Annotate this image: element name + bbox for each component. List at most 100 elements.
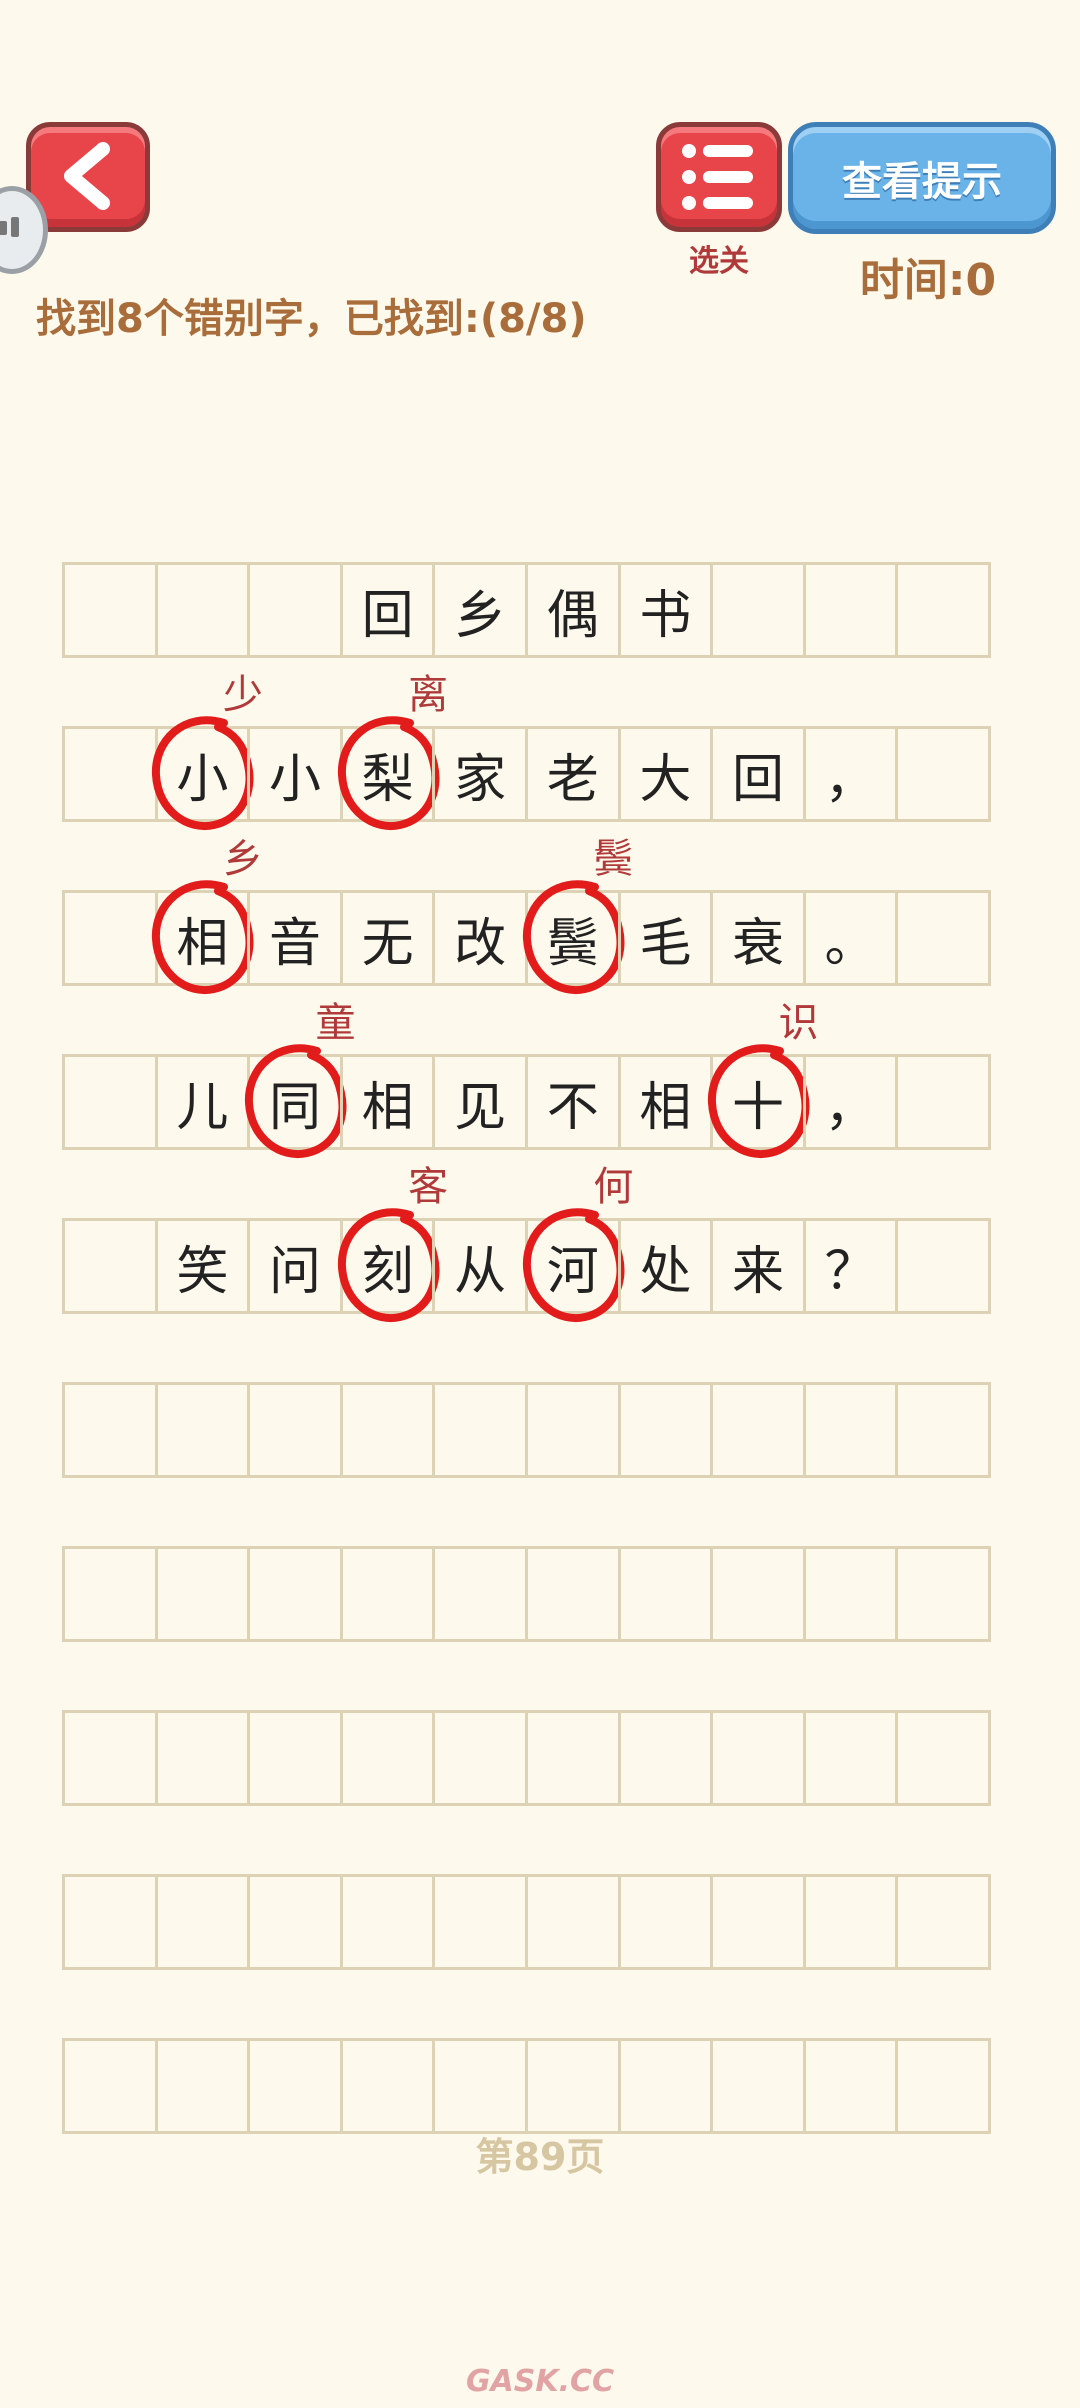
grid-cell (247, 2038, 343, 2134)
grid-cell (802, 1710, 899, 1806)
grid-char: 乡 (454, 585, 507, 646)
grid-cell (895, 890, 991, 986)
grid-cell[interactable]: 从 (432, 1218, 528, 1314)
grid-cell (339, 1382, 436, 1478)
grid-char: 毛 (639, 913, 692, 974)
grid-cell[interactable]: 无 (339, 890, 436, 986)
grid-cell (617, 2038, 714, 2134)
grid-cell[interactable]: 见 (432, 1054, 528, 1150)
grid-cell[interactable]: 儿 (154, 1054, 251, 1150)
grid-char: 回 (361, 585, 414, 646)
grid-cell[interactable]: 不 (524, 1054, 621, 1150)
grid-cell[interactable]: 家 (432, 726, 528, 822)
grid-cell (802, 562, 899, 658)
grid-cell (802, 1382, 899, 1478)
grid-cell[interactable]: 同 (244, 1044, 347, 1159)
grid-cell[interactable]: 梨 (337, 716, 440, 831)
grid-cell (62, 562, 158, 658)
grid-cell (524, 1874, 621, 1970)
grid-cell[interactable]: 笑 (154, 1218, 251, 1314)
grid-cell (247, 1382, 343, 1478)
grid-cell[interactable]: 改 (432, 890, 528, 986)
grid-cell[interactable]: 小 (247, 726, 343, 822)
grid-row (62, 1710, 991, 1806)
grid-row: 相音无改鬓毛衰。 (62, 880, 991, 995)
grid-row: 儿同相见不相十， (62, 1044, 991, 1159)
grid-cell (524, 2038, 621, 2134)
grid-char: 书 (639, 585, 692, 646)
grid-cell (62, 726, 158, 822)
grid-char: 刻 (361, 1241, 414, 1302)
grid-cell (895, 2038, 991, 2134)
grid-cell (710, 1710, 806, 1806)
grid-cell[interactable]: 十 (707, 1044, 810, 1159)
timer: 时间:0 (859, 255, 997, 306)
watermark: GASK.CC (465, 2364, 615, 2399)
grid-cell[interactable]: ， (802, 726, 899, 822)
grid-cell[interactable]: 相 (617, 1054, 714, 1150)
grid-cell (154, 2038, 251, 2134)
grid-row (62, 1546, 991, 1642)
grid-cell[interactable]: 偶 (524, 562, 621, 658)
correction-label: 鬓 (593, 836, 634, 882)
grid-cell[interactable]: 回 (339, 562, 436, 658)
grid-char: ， (824, 1077, 877, 1138)
grid-row (62, 1382, 991, 1478)
grid-char: ？ (824, 1241, 877, 1302)
sound-icon (0, 221, 7, 235)
grid-cell[interactable]: 刻 (337, 1208, 440, 1323)
grid-cell (710, 1874, 806, 1970)
level-select-button[interactable] (656, 122, 782, 232)
chevron-left-icon (64, 142, 110, 210)
grid-cell[interactable]: 相 (152, 880, 254, 995)
grid-row: 小小梨家老大回， (62, 716, 991, 831)
grid-cell (432, 2038, 528, 2134)
grid-cell[interactable]: ？ (802, 1218, 899, 1314)
grid-cell[interactable]: 相 (339, 1054, 436, 1150)
grid-cell (62, 1218, 158, 1314)
grid-char: 鬓 (546, 913, 599, 974)
grid-cell (895, 1382, 991, 1478)
grid-cell[interactable]: 小 (152, 716, 254, 831)
grid-cell[interactable]: 老 (524, 726, 621, 822)
grid-char: ， (824, 749, 877, 810)
grid-char: 小 (176, 749, 229, 810)
grid-cell[interactable]: 来 (710, 1218, 806, 1314)
grid-char: 无 (361, 913, 414, 974)
grid-char: 儿 (176, 1077, 229, 1138)
correction-label: 离 (408, 672, 449, 718)
grid-cell (247, 562, 343, 658)
grid-cell[interactable]: ， (802, 1054, 899, 1150)
grid-cell (154, 1874, 251, 1970)
grid-cell (710, 1546, 806, 1642)
view-hint-button[interactable]: 查看提示 (788, 122, 1056, 234)
grid-cell (895, 1054, 991, 1150)
grid-cell[interactable]: 毛 (617, 890, 714, 986)
grid-cell[interactable]: 衰 (710, 890, 806, 986)
grid-char: 衰 (731, 913, 784, 974)
grid-row: 笑问刻从河处来 ？ (62, 1208, 991, 1323)
grid-cell[interactable]: 鬓 (522, 880, 625, 995)
grid-cell (62, 1054, 158, 1150)
grid-cell[interactable]: 河 (522, 1208, 625, 1323)
grid-char: 老 (546, 749, 599, 810)
grid-cell[interactable]: 音 (247, 890, 343, 986)
grid-cell (154, 1382, 251, 1478)
grid-cell[interactable]: 乡 (432, 562, 528, 658)
grid-cell (895, 1546, 991, 1642)
grid-cell[interactable]: 问 (247, 1218, 343, 1314)
grid-cell (339, 1874, 436, 1970)
grid-char: 偶 (546, 585, 599, 646)
grid-cell (710, 1382, 806, 1478)
grid-cell[interactable]: 回 (710, 726, 806, 822)
grid-cell[interactable]: 大 (617, 726, 714, 822)
grid-cell (432, 1710, 528, 1806)
grid-char: 改 (454, 913, 507, 974)
grid-row (62, 1874, 991, 1970)
grid-cell (524, 1710, 621, 1806)
grid-cell[interactable]: 。 (802, 890, 899, 986)
grid-cell[interactable]: 处 (617, 1218, 714, 1314)
grid-cell[interactable]: 书 (617, 562, 714, 658)
grid-char: 相 (176, 913, 229, 974)
grid-cell (62, 1382, 158, 1478)
